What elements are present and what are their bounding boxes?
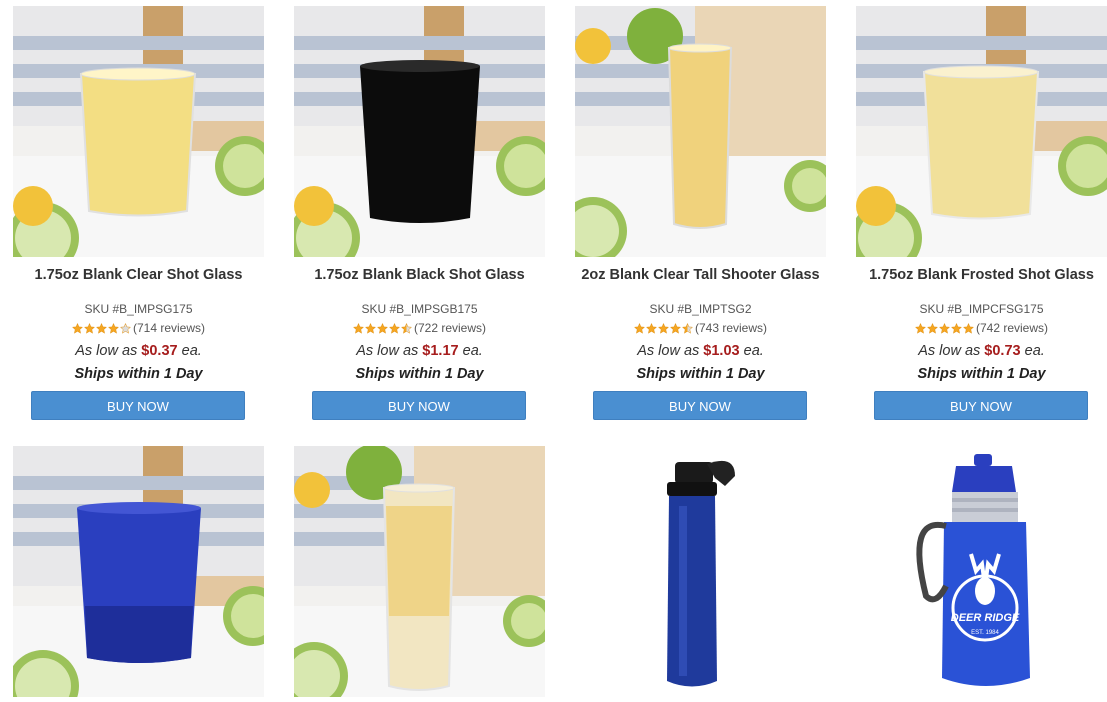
blue-sport-bottle-image[interactable]: DEER RIDGE EST. 1984 xyxy=(856,446,1107,697)
star-icon xyxy=(950,322,963,334)
price-amount: $1.03 xyxy=(703,343,740,359)
svg-text:DEER RIDGE: DEER RIDGE xyxy=(951,612,1020,624)
product-price: As low as $0.73 ea. xyxy=(856,343,1107,359)
star-icon xyxy=(962,322,975,334)
star-icon xyxy=(400,322,413,334)
star-icon xyxy=(388,322,401,334)
shipping-info: Ships within 1 Day xyxy=(917,366,1046,382)
buy-now-button[interactable]: BUY NOW xyxy=(874,391,1088,420)
price-amount: $0.73 xyxy=(984,343,1021,359)
product-image-tall-shooter-glass[interactable] xyxy=(575,6,826,257)
price-amount: $0.37 xyxy=(141,343,178,359)
frosted-shooter-glass-image[interactable] xyxy=(294,446,545,697)
price-prefix: As low as xyxy=(75,343,138,359)
star-icon xyxy=(633,322,646,334)
svg-text:EST. 1984: EST. 1984 xyxy=(971,630,999,636)
product-sku: SKU #B_IMPSG175 xyxy=(84,302,193,316)
buy-now-button[interactable]: BUY NOW xyxy=(31,391,245,420)
product-price: As low as $1.17 ea. xyxy=(294,343,545,359)
star-icon xyxy=(938,322,951,334)
review-count: (714 reviews) xyxy=(132,321,206,335)
star-icon xyxy=(119,322,132,334)
shipping-info: Ships within 1 Day xyxy=(74,366,203,382)
star-rating xyxy=(914,322,975,334)
buy-now-button[interactable]: BUY NOW xyxy=(593,391,807,420)
star-icon xyxy=(926,322,939,334)
review-count: (722 reviews) xyxy=(413,321,487,335)
product-sku: SKU #B_IMPCFSG175 xyxy=(919,302,1044,316)
star-icon xyxy=(352,322,365,334)
price-prefix: As low as xyxy=(918,343,981,359)
product-image-black-shot-glass[interactable] xyxy=(294,6,545,257)
star-icon xyxy=(71,322,84,334)
product-price: As low as $1.03 ea. xyxy=(575,343,826,359)
price-prefix: As low as xyxy=(637,343,700,359)
star-icon xyxy=(364,322,377,334)
star-icon xyxy=(657,322,670,334)
product-sku: SKU #B_IMPTSG2 xyxy=(649,302,752,316)
product-title[interactable]: 1.75oz Blank Frosted Shot Glass xyxy=(836,268,1107,283)
product-image-frosted-shot-glass[interactable] xyxy=(856,6,1107,257)
review-count: (742 reviews) xyxy=(975,321,1049,335)
product-title[interactable]: 2oz Blank Clear Tall Shooter Glass xyxy=(555,268,846,283)
buy-now-button[interactable]: BUY NOW xyxy=(312,391,526,420)
star-rating xyxy=(633,322,694,334)
star-rating xyxy=(352,322,413,334)
product-rating[interactable]: (743 reviews) xyxy=(575,321,826,335)
price-amount: $1.17 xyxy=(422,343,459,359)
product-title[interactable]: 1.75oz Blank Clear Shot Glass xyxy=(0,268,284,283)
price-suffix: ea. xyxy=(462,343,483,359)
price-suffix: ea. xyxy=(743,343,764,359)
star-icon xyxy=(107,322,120,334)
product-rating[interactable]: (714 reviews) xyxy=(13,321,264,335)
star-icon xyxy=(645,322,658,334)
star-rating xyxy=(71,322,132,334)
shipping-info: Ships within 1 Day xyxy=(355,366,484,382)
shipping-info: Ships within 1 Day xyxy=(636,366,765,382)
product-sku: SKU #B_IMPSGB175 xyxy=(361,302,478,316)
price-suffix: ea. xyxy=(181,343,202,359)
star-icon xyxy=(376,322,389,334)
product-title[interactable]: 1.75oz Blank Black Shot Glass xyxy=(274,268,565,283)
star-icon xyxy=(681,322,694,334)
blue-aluminum-water-bottle-image[interactable] xyxy=(575,446,826,697)
star-icon xyxy=(95,322,108,334)
product-rating[interactable]: (722 reviews) xyxy=(294,321,545,335)
star-icon xyxy=(669,322,682,334)
product-rating[interactable]: (742 reviews) xyxy=(856,321,1107,335)
review-count: (743 reviews) xyxy=(694,321,768,335)
price-prefix: As low as xyxy=(356,343,419,359)
star-icon xyxy=(914,322,927,334)
product-image-clear-shot-glass[interactable] xyxy=(13,6,264,257)
star-icon xyxy=(83,322,96,334)
blue-frosted-shot-glass-image[interactable] xyxy=(13,446,264,697)
product-price: As low as $0.37 ea. xyxy=(13,343,264,359)
price-suffix: ea. xyxy=(1024,343,1045,359)
